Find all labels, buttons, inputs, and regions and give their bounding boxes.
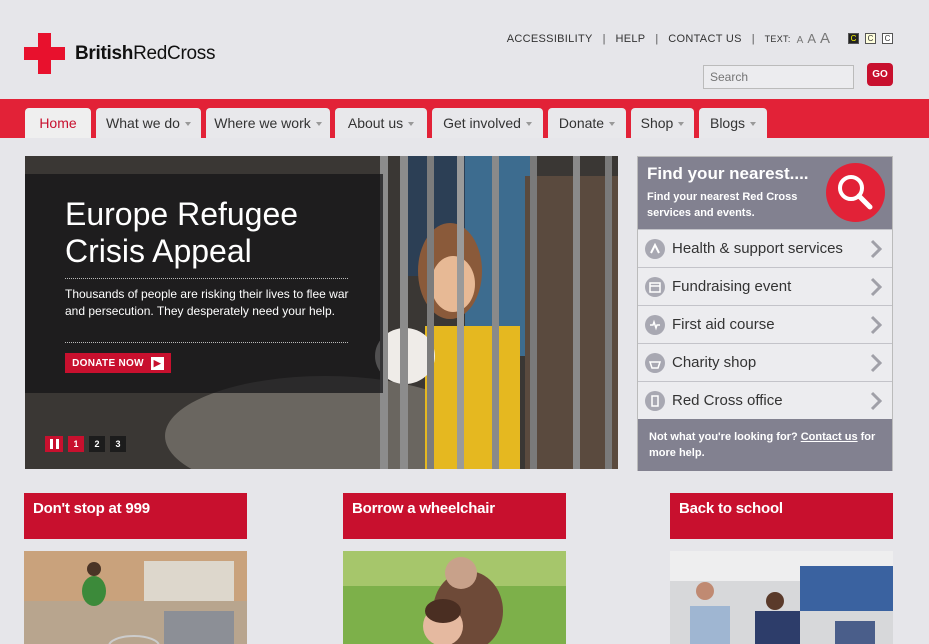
main-navigation: Home What we do Where we work About us G… xyxy=(0,99,929,138)
contrast-yellow[interactable]: C xyxy=(865,33,876,44)
finder-item-label: Health & support services xyxy=(672,240,843,257)
nav-tab-label: Get involved xyxy=(443,115,521,131)
promo-card-999[interactable]: Don't stop at 999 xyxy=(24,493,247,644)
divider xyxy=(65,278,348,279)
promo-card-wheelchair[interactable]: Borrow a wheelchair xyxy=(343,493,566,644)
nav-tab-what-we-do[interactable]: What we do xyxy=(96,108,201,138)
contact-us-link[interactable]: CONTACT US xyxy=(668,33,742,45)
calendar-icon xyxy=(645,276,665,297)
contact-us-link[interactable]: Contact us xyxy=(801,431,858,443)
logo-text: BritishRedCross xyxy=(75,42,216,64)
text-size-controls: A A A xyxy=(793,30,830,47)
chevron-down-icon xyxy=(678,122,685,126)
text-size-large[interactable]: A xyxy=(820,30,830,47)
finder-item-label: Fundraising event xyxy=(672,278,792,295)
finder-footer: Not what you're looking for? Contact us … xyxy=(638,419,892,471)
finder-item-label: Red Cross office xyxy=(672,392,783,409)
chevron-right-icon xyxy=(870,353,882,373)
find-nearest-subtitle: Find your nearest Red Cross services and… xyxy=(647,191,798,219)
nav-tab-donate[interactable]: Donate xyxy=(548,108,626,138)
finder-item-health[interactable]: Health & support services xyxy=(638,229,892,267)
finder-item-label: First aid course xyxy=(672,316,775,333)
classroom-photo xyxy=(670,551,893,644)
basket-icon xyxy=(645,352,665,373)
divider xyxy=(65,342,348,343)
search-go-button[interactable]: GO xyxy=(867,63,893,86)
chevron-down-icon xyxy=(525,122,532,126)
slide-dot-1[interactable]: 1 xyxy=(68,436,84,452)
help-link[interactable]: HELP xyxy=(615,33,645,45)
text-size-medium[interactable]: A xyxy=(807,31,816,46)
chevron-right-icon xyxy=(870,239,882,259)
chevron-right-icon xyxy=(870,315,882,335)
hero-description: Thousands of people are risking their li… xyxy=(65,287,349,318)
nav-tab-label: What we do xyxy=(106,115,180,131)
chevron-down-icon xyxy=(609,122,616,126)
nav-tab-home[interactable]: Home xyxy=(25,108,91,138)
text-size-label: TEXT: xyxy=(764,33,791,44)
promo-title[interactable]: Back to school xyxy=(670,493,893,539)
separator: | xyxy=(602,32,606,45)
find-nearest-panel: Find your nearest.... Find your nearest … xyxy=(637,156,893,471)
nav-tab-label: Blogs xyxy=(709,115,746,131)
chevron-right-icon xyxy=(870,391,882,411)
hero-carousel[interactable]: Europe Refugee Crisis Appeal Thousands o… xyxy=(25,156,618,469)
accessibility-link[interactable]: ACCESSIBILITY xyxy=(507,33,593,45)
nav-tab-shop[interactable]: Shop xyxy=(631,108,694,138)
promo-title[interactable]: Don't stop at 999 xyxy=(24,493,247,539)
finder-item-first-aid[interactable]: First aid course xyxy=(638,305,892,343)
find-nearest-title: Find your nearest.... xyxy=(647,164,809,183)
finder-item-fundraising[interactable]: Fundraising event xyxy=(638,267,892,305)
finder-item-label: Charity shop xyxy=(672,354,757,371)
promo-title[interactable]: Borrow a wheelchair xyxy=(343,493,566,539)
slide-dot-2[interactable]: 2 xyxy=(89,436,105,452)
separator: | xyxy=(751,32,755,45)
nav-tab-label: Home xyxy=(39,115,77,131)
chevron-down-icon xyxy=(408,122,415,126)
pause-icon[interactable] xyxy=(45,436,63,452)
nav-tab-about-us[interactable]: About us xyxy=(335,108,427,138)
hero-title[interactable]: Europe Refugee Crisis Appeal xyxy=(65,196,365,270)
chevron-right-icon: ▶ xyxy=(150,356,164,370)
nav-tab-blogs[interactable]: Blogs xyxy=(699,108,767,138)
nav-tab-label: Shop xyxy=(640,115,674,131)
nav-tab-label: Donate xyxy=(558,115,605,131)
separator: | xyxy=(655,32,659,45)
building-icon xyxy=(645,390,665,411)
red-cross-icon xyxy=(24,33,65,74)
chevron-down-icon xyxy=(184,122,191,126)
nav-tab-where-we-work[interactable]: Where we work xyxy=(206,108,330,138)
donate-now-button[interactable]: DONATE NOW ▶ xyxy=(65,353,171,373)
slide-dot-3[interactable]: 3 xyxy=(110,436,126,452)
chevron-down-icon xyxy=(315,122,322,126)
heartbeat-icon xyxy=(645,314,665,335)
british-red-cross-logo[interactable]: BritishRedCross xyxy=(24,33,215,74)
contrast-dark[interactable]: C xyxy=(848,33,859,44)
text-size-small[interactable]: A xyxy=(797,35,804,46)
contrast-default[interactable]: C xyxy=(882,33,893,44)
donate-now-label: DONATE NOW xyxy=(72,357,144,369)
find-nearest-header: Find your nearest.... Find your nearest … xyxy=(638,157,892,229)
finder-item-charity-shop[interactable]: Charity shop xyxy=(638,343,892,381)
search-input[interactable] xyxy=(703,65,854,89)
chevron-down-icon xyxy=(750,122,757,126)
health-icon xyxy=(645,238,665,259)
nav-tab-label: About us xyxy=(347,115,404,131)
finder-item-office[interactable]: Red Cross office xyxy=(638,381,892,419)
utility-links: ACCESSIBILITY | HELP | CONTACT US | TEXT… xyxy=(507,30,893,47)
contrast-controls: C C C xyxy=(842,33,893,44)
nav-tab-label: Where we work xyxy=(214,115,311,131)
finder-foot-text: Not what you're looking for? xyxy=(649,431,798,443)
carousel-controls: 1 2 3 xyxy=(45,436,126,452)
wheelchair-photo xyxy=(343,551,566,644)
promo-card-back-to-school[interactable]: Back to school xyxy=(670,493,893,644)
chevron-right-icon xyxy=(870,277,882,297)
nav-tab-get-involved[interactable]: Get involved xyxy=(432,108,543,138)
search-icon[interactable] xyxy=(826,163,885,222)
woman-walking-photo xyxy=(24,551,247,644)
